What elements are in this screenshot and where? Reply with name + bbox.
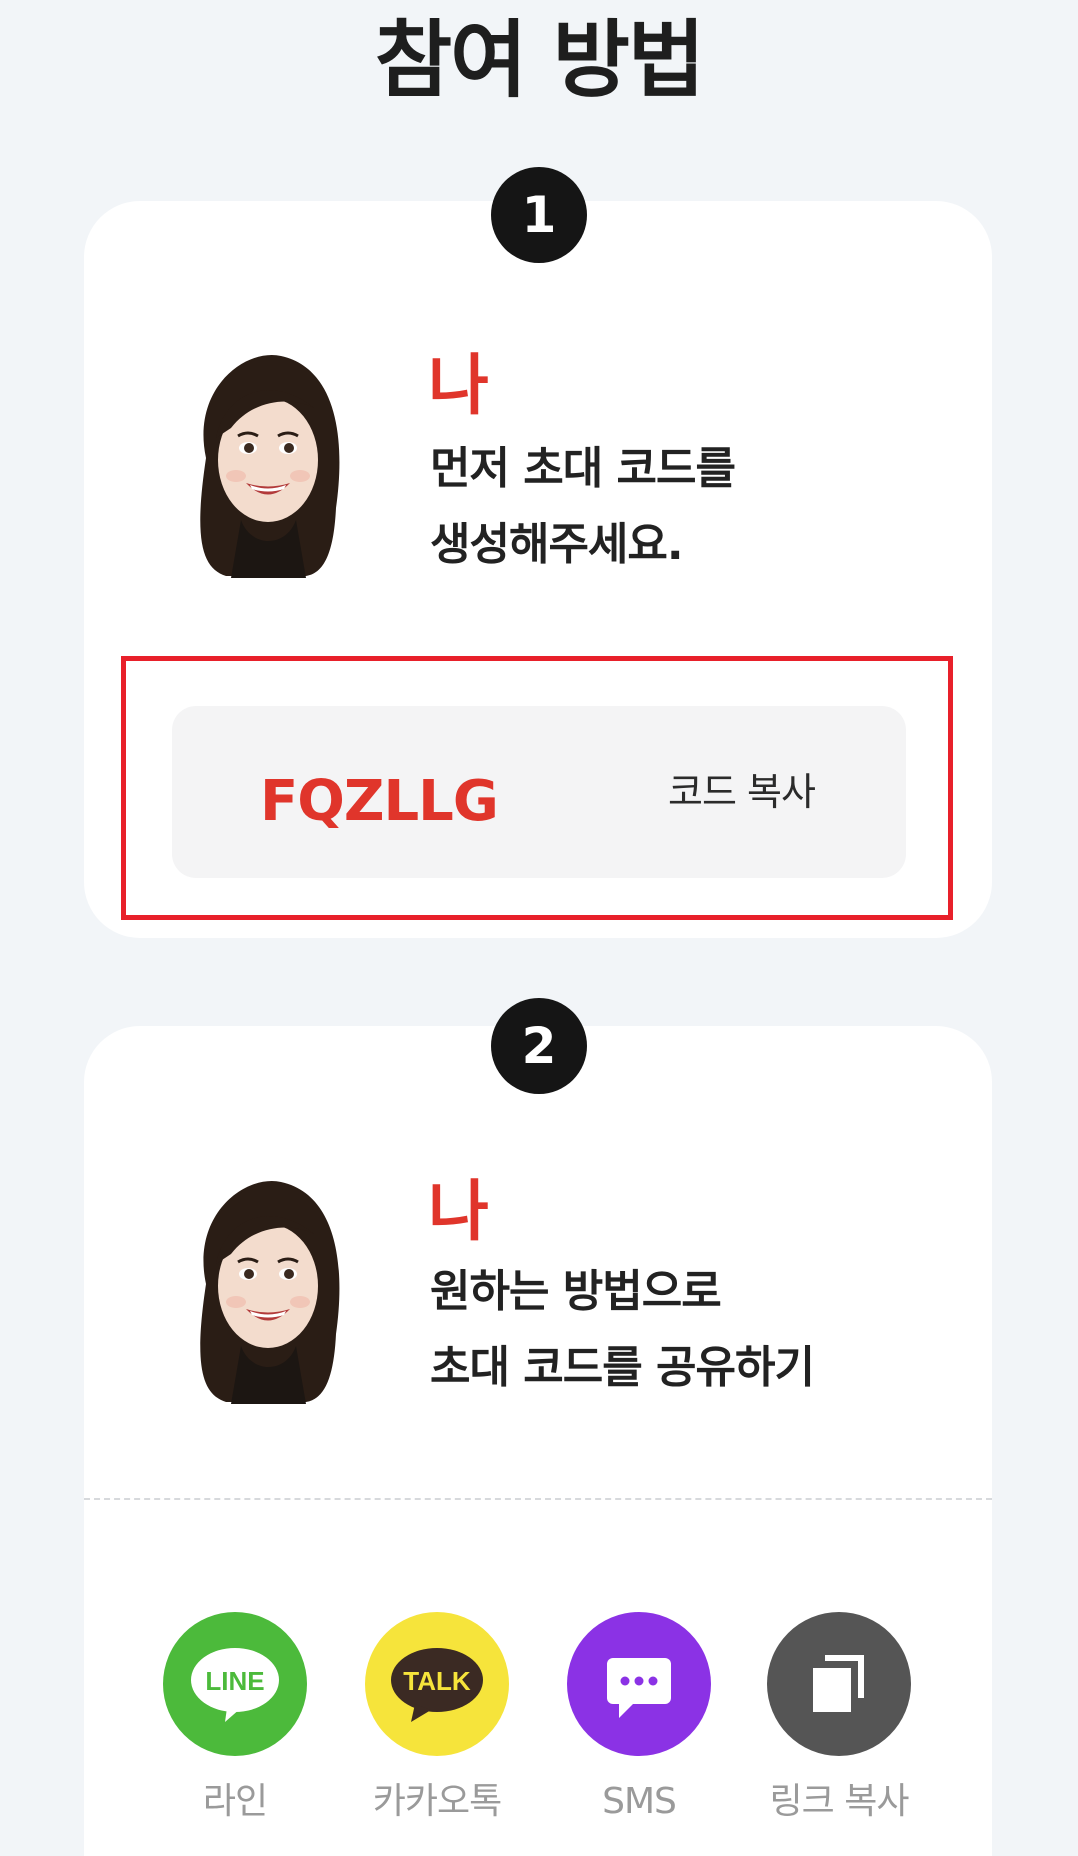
step-2-description-line1: 원하는 방법으로 [430,1266,722,1317]
kakaotalk-icon-text: TALK [403,1666,471,1696]
copy-link-icon [767,1612,911,1756]
share-sms-label: SMS [602,1781,677,1822]
page-title: 참여 방법 [374,11,705,109]
line-icon: LINE [163,1612,307,1756]
share-line-label: 라인 [202,1781,268,1822]
divider [84,1498,992,1500]
share-line-button[interactable]: LINE 라인 [135,1612,335,1826]
share-copy-link-button[interactable]: 링크 복사 [739,1612,939,1826]
step-2-badge: 2 [491,998,587,1094]
line-icon-text: LINE [205,1666,264,1696]
step-1-description: 먼저 초대 코드를 생성해주세요. [430,431,736,583]
sms-icon [567,1612,711,1756]
step-1-badge: 1 [491,167,587,263]
step-2-description-line2: 초대 코드를 공유하기 [430,1342,815,1393]
share-copy-link-label: 링크 복사 [769,1781,910,1822]
step-1-who: 나 [428,347,489,424]
copy-code-button[interactable]: 코드 복사 [668,764,816,820]
step-1-description-line2: 생성해주세요. [430,519,684,570]
invite-code: FQZLLG [260,769,499,834]
share-sms-button[interactable]: SMS [539,1612,739,1826]
kakaotalk-icon: TALK [365,1612,509,1756]
memoji-avatar [200,354,340,578]
share-kakaotalk-button[interactable]: TALK 카카오톡 [337,1612,537,1826]
step-2-description: 원하는 방법으로 초대 코드를 공유하기 [430,1254,815,1406]
share-kakaotalk-label: 카카오톡 [372,1781,502,1822]
step-1-description-line1: 먼저 초대 코드를 [430,443,736,494]
page: 참여 방법 1 나 먼저 초대 코드를 생성해주세요. FQZLLG 코드 복사… [0,0,1078,1856]
step-2-who: 나 [428,1173,489,1250]
memoji-avatar [200,1180,340,1404]
